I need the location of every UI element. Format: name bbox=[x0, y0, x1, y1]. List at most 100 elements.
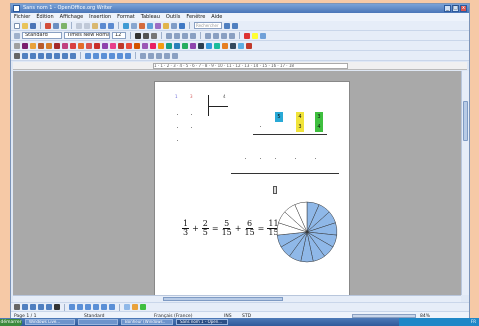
tool-icon[interactable] bbox=[126, 42, 132, 49]
menu-format[interactable]: Format bbox=[117, 13, 135, 21]
block-arrows-icon[interactable] bbox=[85, 304, 91, 310]
font-size-select[interactable]: 12 bbox=[112, 32, 126, 39]
from-file-icon[interactable] bbox=[132, 304, 138, 310]
tool-icon[interactable] bbox=[150, 42, 156, 49]
tool-icon[interactable] bbox=[22, 42, 28, 49]
align-right-icon[interactable] bbox=[182, 32, 188, 39]
callouts-icon[interactable] bbox=[117, 52, 123, 59]
spellcheck-icon[interactable] bbox=[61, 22, 67, 29]
select-icon[interactable] bbox=[14, 304, 20, 310]
ungroup-icon[interactable] bbox=[164, 52, 170, 59]
undo-icon[interactable] bbox=[100, 22, 106, 29]
menu-fenetre[interactable]: Fenêtre bbox=[186, 13, 205, 21]
zoom-icon[interactable] bbox=[171, 22, 177, 29]
menu-tableau[interactable]: Tableau bbox=[141, 13, 160, 21]
tool-icon[interactable] bbox=[214, 42, 220, 49]
tool-icon[interactable] bbox=[70, 42, 76, 49]
horizontal-scrollbar[interactable] bbox=[13, 295, 461, 302]
save-icon[interactable] bbox=[30, 22, 36, 29]
ellipse-icon[interactable] bbox=[38, 304, 44, 310]
close-button[interactable]: x bbox=[460, 5, 467, 12]
maximize-button[interactable]: □ bbox=[452, 5, 459, 12]
background-color-icon[interactable] bbox=[260, 32, 266, 39]
scroll-thumb[interactable] bbox=[163, 297, 283, 301]
line-icon[interactable] bbox=[30, 52, 36, 59]
highlight-icon[interactable] bbox=[252, 32, 258, 39]
menu-outils[interactable]: Outils bbox=[166, 13, 180, 21]
align-objects-icon[interactable] bbox=[140, 52, 146, 59]
taskbar-item[interactable]: Windows Live... bbox=[25, 319, 75, 325]
find-next-icon[interactable] bbox=[232, 22, 238, 29]
taskbar-item-active[interactable]: Sans nom 1 - Open... bbox=[176, 319, 228, 325]
tool-icon[interactable] bbox=[86, 42, 92, 49]
decrease-indent-icon[interactable] bbox=[221, 32, 227, 39]
copy-icon[interactable] bbox=[84, 22, 90, 29]
rectangle-icon[interactable] bbox=[46, 52, 52, 59]
fontwork-icon[interactable] bbox=[124, 304, 130, 310]
line-icon[interactable] bbox=[22, 304, 28, 310]
callouts-icon[interactable] bbox=[101, 304, 107, 310]
redo-icon[interactable] bbox=[108, 22, 114, 29]
start-button[interactable]: démarrer bbox=[0, 318, 22, 326]
tool-icon[interactable] bbox=[62, 42, 68, 49]
paragraph-style-select[interactable]: Standard bbox=[22, 32, 62, 39]
menu-insertion[interactable]: Insertion bbox=[89, 13, 111, 21]
rectangle-icon[interactable] bbox=[30, 304, 36, 310]
tool-icon[interactable] bbox=[166, 42, 172, 49]
tool-icon[interactable] bbox=[14, 42, 20, 49]
tool-icon[interactable] bbox=[30, 42, 36, 49]
gallery-icon[interactable] bbox=[163, 22, 169, 29]
taskbar-item[interactable] bbox=[78, 319, 118, 325]
find-previous-icon[interactable] bbox=[224, 22, 230, 29]
tool-icon[interactable] bbox=[174, 42, 180, 49]
tool-icon[interactable] bbox=[206, 42, 212, 49]
search-input[interactable]: Rechercher bbox=[194, 22, 222, 29]
export-pdf-icon[interactable] bbox=[45, 22, 51, 29]
print-icon[interactable] bbox=[53, 22, 59, 29]
find-replace-icon[interactable] bbox=[147, 22, 153, 29]
tool-icon[interactable] bbox=[134, 42, 140, 49]
tool-icon[interactable] bbox=[46, 42, 52, 49]
stars-icon[interactable] bbox=[109, 304, 115, 310]
basic-shapes-icon[interactable] bbox=[85, 52, 91, 59]
freeform-icon[interactable] bbox=[46, 304, 52, 310]
text-tool-icon[interactable] bbox=[54, 304, 60, 310]
scroll-thumb[interactable] bbox=[463, 101, 468, 141]
arrange-icon[interactable] bbox=[148, 52, 154, 59]
vertical-scrollbar[interactable] bbox=[461, 71, 469, 295]
open-folder-icon[interactable] bbox=[22, 22, 28, 29]
flowchart-icon[interactable] bbox=[109, 52, 115, 59]
menu-fichier[interactable]: Fichier bbox=[14, 13, 30, 21]
font-name-select[interactable]: Times New Roman bbox=[64, 32, 110, 39]
minimize-button[interactable]: _ bbox=[444, 5, 451, 12]
bullets-icon[interactable] bbox=[213, 32, 219, 39]
italic-icon[interactable] bbox=[143, 32, 149, 39]
tool-icon[interactable] bbox=[238, 42, 244, 49]
stars-icon[interactable] bbox=[125, 52, 131, 59]
tool-icon[interactable] bbox=[182, 42, 188, 49]
tool-icon[interactable] bbox=[54, 42, 60, 49]
increase-indent-icon[interactable] bbox=[229, 32, 235, 39]
tool-icon[interactable] bbox=[110, 42, 116, 49]
ellipse-icon[interactable] bbox=[54, 52, 60, 59]
tool-icon[interactable] bbox=[230, 42, 236, 49]
help-icon[interactable] bbox=[179, 22, 185, 29]
underline-icon[interactable] bbox=[151, 32, 157, 39]
tool-icon[interactable] bbox=[222, 42, 228, 49]
group-icon[interactable] bbox=[156, 52, 162, 59]
tool-icon[interactable] bbox=[118, 42, 124, 49]
text-icon[interactable] bbox=[22, 52, 28, 59]
show-draw-icon[interactable] bbox=[139, 22, 145, 29]
horizontal-ruler[interactable]: 1 · 1 · 2 · 3 · 4 · 5 · 6 · 7 · 8 · 9 · … bbox=[13, 62, 467, 70]
menu-affichage[interactable]: Affichage bbox=[60, 13, 84, 21]
flowchart-icon[interactable] bbox=[93, 304, 99, 310]
cut-icon[interactable] bbox=[76, 22, 82, 29]
extrusion-icon[interactable] bbox=[140, 304, 146, 310]
hyperlink-icon[interactable] bbox=[123, 22, 129, 29]
arrow-icon[interactable] bbox=[38, 52, 44, 59]
tool-icon[interactable] bbox=[38, 42, 44, 49]
tool-icon[interactable] bbox=[94, 42, 100, 49]
tool-icon[interactable] bbox=[102, 42, 108, 49]
tool-icon[interactable] bbox=[246, 42, 252, 49]
new-document-icon[interactable] bbox=[14, 22, 20, 29]
